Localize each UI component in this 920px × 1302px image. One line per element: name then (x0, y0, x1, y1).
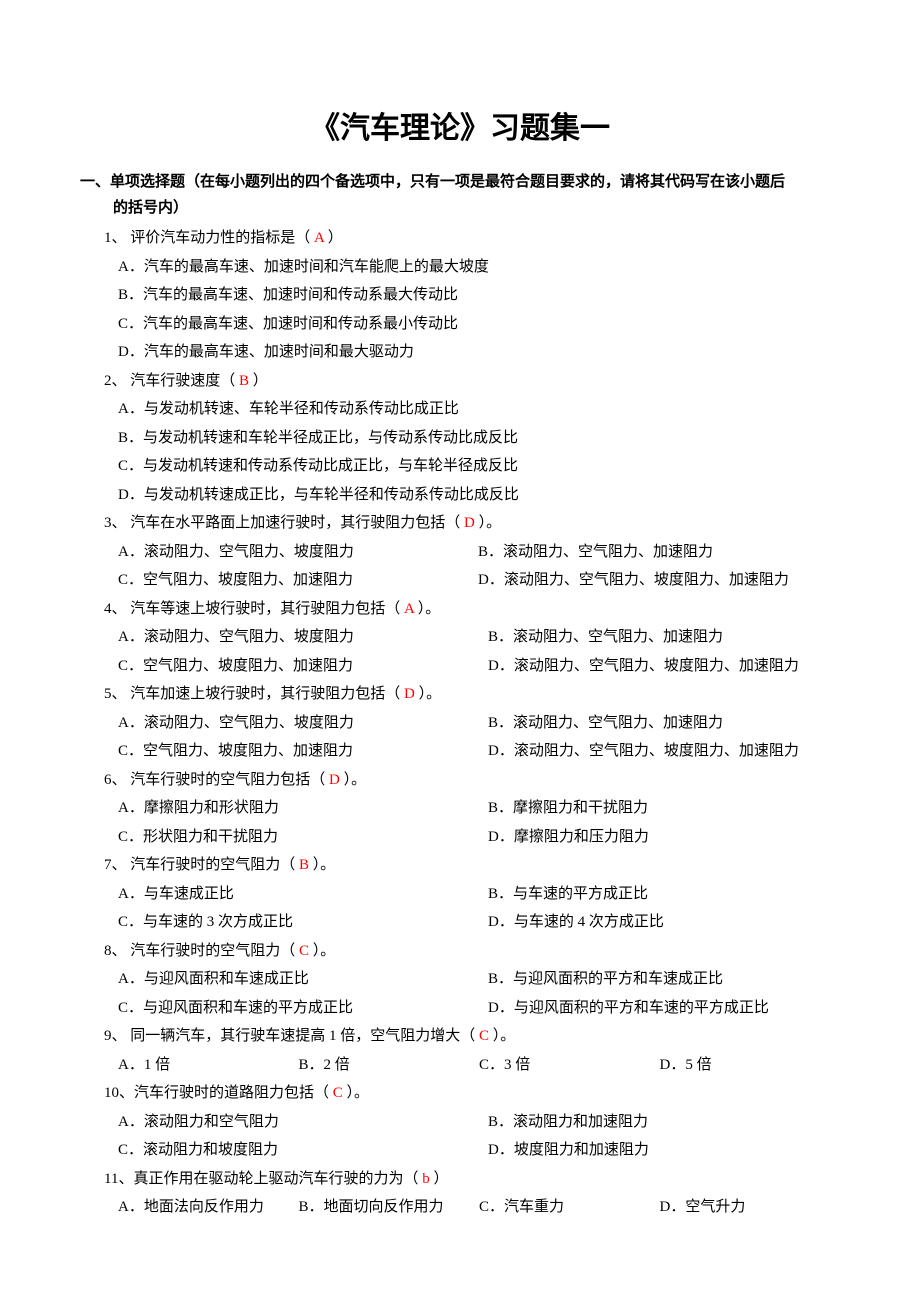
q5-options: A．滚动阻力、空气阻力、坡度阻力 B．滚动阻力、空气阻力、加速阻力 C．空气阻力… (104, 709, 840, 766)
q8-opt-c: C．与迎风面积和车速的平方成正比 (118, 994, 488, 1023)
q10-opt-d: D．坡度阻力和加速阻力 (488, 1136, 840, 1165)
question-1: 1、 评价汽车动力性的指标是（ A ） A．汽车的最高车速、加速时间和汽车能爬上… (80, 224, 840, 367)
q4-opt-c: C．空气阻力、坡度阻力、加速阻力 (118, 652, 488, 681)
q4-answer: A (404, 601, 414, 617)
q7-opt-d: D．与车速的 4 次方成正比 (488, 908, 840, 937)
q1-answer: A (314, 230, 324, 246)
q10-stem: 10、汽车行驶时的道路阻力包括（ C ）。 (104, 1079, 840, 1108)
q7-opt-b: B．与车速的平方成正比 (488, 880, 840, 909)
section-heading: 一、单项选择题（在每小题列出的四个备选项中，只有一项是最符合题目要求的，请将其代… (80, 169, 840, 220)
q2-stem: 2、 汽车行驶速度（ B ） (104, 367, 840, 396)
q8-opt-a: A．与迎风面积和车速成正比 (118, 965, 488, 994)
question-4: 4、 汽车等速上坡行驶时，其行驶阻力包括（ A ）。 A．滚动阻力、空气阻力、坡… (80, 595, 840, 681)
q3-opt-c: C．空气阻力、坡度阻力、加速阻力 (118, 566, 478, 595)
q6-opt-d: D．摩擦阻力和压力阻力 (488, 823, 840, 852)
q1-opt-a: A．汽车的最高车速、加速时间和汽车能爬上的最大坡度 (118, 253, 840, 282)
q3-opt-b: B．滚动阻力、空气阻力、加速阻力 (478, 538, 713, 567)
q11-options: A．地面法向反作用力 B．地面切向反作用力 C．汽车重力 D．空气升力 (104, 1193, 840, 1222)
q4-opt-d: D．滚动阻力、空气阻力、坡度阻力、加速阻力 (488, 652, 840, 681)
q7-stem: 7、 汽车行驶时的空气阻力（ B ）。 (104, 851, 840, 880)
q11-opt-d: D．空气升力 (660, 1193, 841, 1222)
question-10: 10、汽车行驶时的道路阻力包括（ C ）。 A．滚动阻力和空气阻力 B．滚动阻力… (80, 1079, 840, 1165)
q5-opt-c: C．空气阻力、坡度阻力、加速阻力 (118, 737, 488, 766)
q9-stem: 9、 同一辆汽车，其行驶车速提高 1 倍，空气阻力增大（ C ）。 (104, 1022, 840, 1051)
q2-opt-b: B．与发动机转速和车轮半径成正比，与传动系传动比成反比 (118, 424, 840, 453)
q9-answer: C (479, 1028, 489, 1044)
q6-opt-b: B．摩擦阻力和干扰阻力 (488, 794, 840, 823)
q1-stem: 1、 评价汽车动力性的指标是（ A ） (104, 224, 840, 253)
q9-options: A．1 倍 B．2 倍 C．3 倍 D．5 倍 (104, 1051, 840, 1080)
q6-opt-a: A．摩擦阻力和形状阻力 (118, 794, 488, 823)
q9-opt-d: D．5 倍 (660, 1051, 841, 1080)
q3-opt-d: D．滚动阻力、空气阻力、坡度阻力、加速阻力 (478, 566, 789, 595)
q9-opt-c: C．3 倍 (479, 1051, 660, 1080)
q2-opt-d: D．与发动机转速成正比，与车轮半径和传动系传动比成反比 (118, 481, 840, 510)
q11-opt-a: A．地面法向反作用力 (118, 1193, 299, 1222)
q11-stem: 11、真正作用在驱动轮上驱动汽车行驶的力为（ b ） (104, 1165, 840, 1194)
question-6: 6、 汽车行驶时的空气阻力包括（ D ）。 A．摩擦阻力和形状阻力 B．摩擦阻力… (80, 766, 840, 852)
section-heading-line1: 一、单项选择题（在每小题列出的四个备选项中，只有一项是最符合题目要求的，请将其代… (80, 173, 785, 190)
q6-stem: 6、 汽车行驶时的空气阻力包括（ D ）。 (104, 766, 840, 795)
q4-stem: 4、 汽车等速上坡行驶时，其行驶阻力包括（ A ）。 (104, 595, 840, 624)
page-title: 《汽车理论》习题集一 (80, 100, 840, 157)
q10-answer: C (333, 1085, 343, 1101)
q8-opt-b: B．与迎风面积的平方和车速成正比 (488, 965, 840, 994)
q6-opt-c: C．形状阻力和干扰阻力 (118, 823, 488, 852)
q2-answer: B (239, 373, 249, 389)
q2-opt-c: C．与发动机转速和传动系传动比成正比，与车轮半径成反比 (118, 452, 840, 481)
q3-options: A．滚动阻力、空气阻力、坡度阻力 B．滚动阻力、空气阻力、加速阻力 C．空气阻力… (104, 538, 840, 595)
q9-opt-b: B．2 倍 (299, 1051, 480, 1080)
question-5: 5、 汽车加速上坡行驶时，其行驶阻力包括（ D ）。 A．滚动阻力、空气阻力、坡… (80, 680, 840, 766)
question-8: 8、 汽车行驶时的空气阻力（ C ）。 A．与迎风面积和车速成正比 B．与迎风面… (80, 937, 840, 1023)
question-3: 3、 汽车在水平路面上加速行驶时，其行驶阻力包括（ D ）。 A．滚动阻力、空气… (80, 509, 840, 595)
q10-options: A．滚动阻力和空气阻力 B．滚动阻力和加速阻力 C．滚动阻力和坡度阻力 D．坡度… (104, 1108, 840, 1165)
q6-answer: D (329, 772, 340, 788)
q1-options: A．汽车的最高车速、加速时间和汽车能爬上的最大坡度 B．汽车的最高车速、加速时间… (104, 253, 840, 367)
q5-opt-b: B．滚动阻力、空气阻力、加速阻力 (488, 709, 840, 738)
q7-options: A．与车速成正比 B．与车速的平方成正比 C．与车速的 3 次方成正比 D．与车… (104, 880, 840, 937)
q4-opt-b: B．滚动阻力、空气阻力、加速阻力 (488, 623, 840, 652)
q10-opt-c: C．滚动阻力和坡度阻力 (118, 1136, 488, 1165)
q1-opt-d: D．汽车的最高车速、加速时间和最大驱动力 (118, 338, 840, 367)
q10-opt-a: A．滚动阻力和空气阻力 (118, 1108, 488, 1137)
q5-opt-d: D．滚动阻力、空气阻力、坡度阻力、加速阻力 (488, 737, 840, 766)
q3-opt-a: A．滚动阻力、空气阻力、坡度阻力 (118, 538, 478, 567)
q4-opt-a: A．滚动阻力、空气阻力、坡度阻力 (118, 623, 488, 652)
q8-answer: C (299, 943, 309, 959)
q5-stem: 5、 汽车加速上坡行驶时，其行驶阻力包括（ D ）。 (104, 680, 840, 709)
q11-opt-c: C．汽车重力 (479, 1193, 660, 1222)
q3-stem: 3、 汽车在水平路面上加速行驶时，其行驶阻力包括（ D ）。 (104, 509, 840, 538)
q7-answer: B (299, 857, 309, 873)
q9-opt-a: A．1 倍 (118, 1051, 299, 1080)
q2-opt-a: A．与发动机转速、车轮半径和传动系传动比成正比 (118, 395, 840, 424)
q11-answer: b (422, 1171, 430, 1187)
q1-opt-b: B．汽车的最高车速、加速时间和传动系最大传动比 (118, 281, 840, 310)
q6-options: A．摩擦阻力和形状阻力 B．摩擦阻力和干扰阻力 C．形状阻力和干扰阻力 D．摩擦… (104, 794, 840, 851)
q7-opt-c: C．与车速的 3 次方成正比 (118, 908, 488, 937)
question-11: 11、真正作用在驱动轮上驱动汽车行驶的力为（ b ） A．地面法向反作用力 B．… (80, 1165, 840, 1222)
q4-options: A．滚动阻力、空气阻力、坡度阻力 B．滚动阻力、空气阻力、加速阻力 C．空气阻力… (104, 623, 840, 680)
q5-answer: D (404, 686, 415, 702)
q2-options: A．与发动机转速、车轮半径和传动系传动比成正比 B．与发动机转速和车轮半径成正比… (104, 395, 840, 509)
question-2: 2、 汽车行驶速度（ B ） A．与发动机转速、车轮半径和传动系传动比成正比 B… (80, 367, 840, 510)
q10-opt-b: B．滚动阻力和加速阻力 (488, 1108, 840, 1137)
q7-opt-a: A．与车速成正比 (118, 880, 488, 909)
question-9: 9、 同一辆汽车，其行驶车速提高 1 倍，空气阻力增大（ C ）。 A．1 倍 … (80, 1022, 840, 1079)
q8-stem: 8、 汽车行驶时的空气阻力（ C ）。 (104, 937, 840, 966)
q1-opt-c: C．汽车的最高车速、加速时间和传动系最小传动比 (118, 310, 840, 339)
q8-opt-d: D．与迎风面积的平方和车速的平方成正比 (488, 994, 840, 1023)
section-heading-line2: 的括号内） (80, 195, 840, 221)
q3-answer: D (464, 515, 475, 531)
q5-opt-a: A．滚动阻力、空气阻力、坡度阻力 (118, 709, 488, 738)
q11-opt-b: B．地面切向反作用力 (299, 1193, 480, 1222)
question-7: 7、 汽车行驶时的空气阻力（ B ）。 A．与车速成正比 B．与车速的平方成正比… (80, 851, 840, 937)
q8-options: A．与迎风面积和车速成正比 B．与迎风面积的平方和车速成正比 C．与迎风面积和车… (104, 965, 840, 1022)
